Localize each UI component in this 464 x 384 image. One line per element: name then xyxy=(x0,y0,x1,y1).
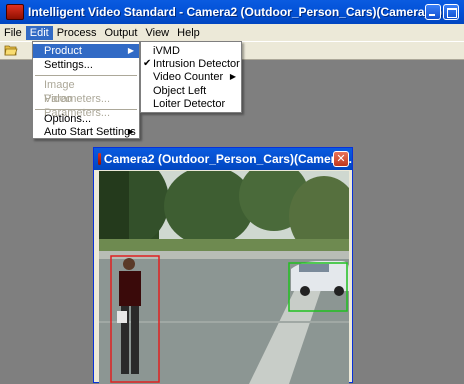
menu-item-video-parameters: Video Parameters... xyxy=(33,92,139,119)
camera-window-title: Camera2 (Outdoor_Person_Cars)(Camera... xyxy=(103,152,352,166)
submenu-item-video-counter[interactable]: Video Counter ▶ xyxy=(141,70,241,84)
video-feed xyxy=(99,171,349,384)
submenu-item-ivmd[interactable]: iVMD xyxy=(141,44,241,58)
submenu-item-object-left-label: Object Left xyxy=(153,85,207,97)
window-title: Intelligent Video Standard - Camera2 (Ou… xyxy=(28,5,442,19)
submenu-item-ivmd-label: iVMD xyxy=(153,45,180,57)
submenu-item-intrusion-detector-label: Intrusion Detector xyxy=(153,58,240,70)
menu-bar: File Edit Process Output View Help xyxy=(0,24,464,41)
menu-item-auto-start-settings-label: Auto Start Settings xyxy=(44,126,136,138)
checkmark-icon: ✔ xyxy=(143,58,152,69)
submenu-item-video-counter-label: Video Counter xyxy=(153,71,224,83)
menu-separator xyxy=(35,75,137,76)
close-icon[interactable]: ✕ xyxy=(333,151,349,167)
submenu-item-object-left[interactable]: Object Left xyxy=(141,84,241,98)
minimize-button[interactable] xyxy=(425,4,441,20)
submenu-arrow-icon: ▶ xyxy=(127,127,134,136)
camera-window-title-bar[interactable]: Camera2 (Outdoor_Person_Cars)(Camera... … xyxy=(94,148,352,170)
menu-help[interactable]: Help xyxy=(173,26,204,40)
submenu-arrow-icon: ▶ xyxy=(229,72,236,81)
submenu-arrow-icon: ▶ xyxy=(127,46,134,55)
app-icon xyxy=(6,4,24,20)
menu-item-product[interactable]: Product ▶ xyxy=(33,44,139,58)
menu-item-settings[interactable]: Settings... xyxy=(33,58,139,72)
open-folder-icon[interactable] xyxy=(4,44,18,56)
menu-item-product-label: Product xyxy=(44,45,82,57)
main-title-bar[interactable]: Intelligent Video Standard - Camera2 (Ou… xyxy=(0,0,464,24)
edit-menu-dropdown: Product ▶ Settings... Image Parameters..… xyxy=(32,41,140,139)
menu-item-options-label: Options... xyxy=(44,113,92,125)
camera-window-icon xyxy=(98,153,101,165)
maximize-button[interactable] xyxy=(443,4,459,20)
menu-item-settings-label: Settings... xyxy=(44,59,93,71)
menu-output[interactable]: Output xyxy=(100,26,141,40)
menu-view[interactable]: View xyxy=(141,26,173,40)
menu-item-auto-start-settings[interactable]: Auto Start Settings ▶ xyxy=(33,125,139,139)
submenu-item-loiter-detector-label: Loiter Detector xyxy=(153,98,226,110)
menu-item-image-parameters: Image Parameters... xyxy=(33,78,139,105)
menu-edit[interactable]: Edit xyxy=(25,25,53,40)
menu-file[interactable]: File xyxy=(0,26,26,40)
menu-separator xyxy=(35,109,137,110)
submenu-item-loiter-detector[interactable]: Loiter Detector xyxy=(141,97,241,111)
menu-item-options[interactable]: Options... xyxy=(33,112,139,126)
submenu-item-intrusion-detector[interactable]: ✔ Intrusion Detector xyxy=(141,57,241,71)
menu-process[interactable]: Process xyxy=(53,26,101,40)
video-frame-image xyxy=(99,171,349,384)
camera-window: Camera2 (Outdoor_Person_Cars)(Camera... … xyxy=(93,147,353,384)
product-submenu: iVMD ✔ Intrusion Detector Video Counter … xyxy=(140,41,242,113)
